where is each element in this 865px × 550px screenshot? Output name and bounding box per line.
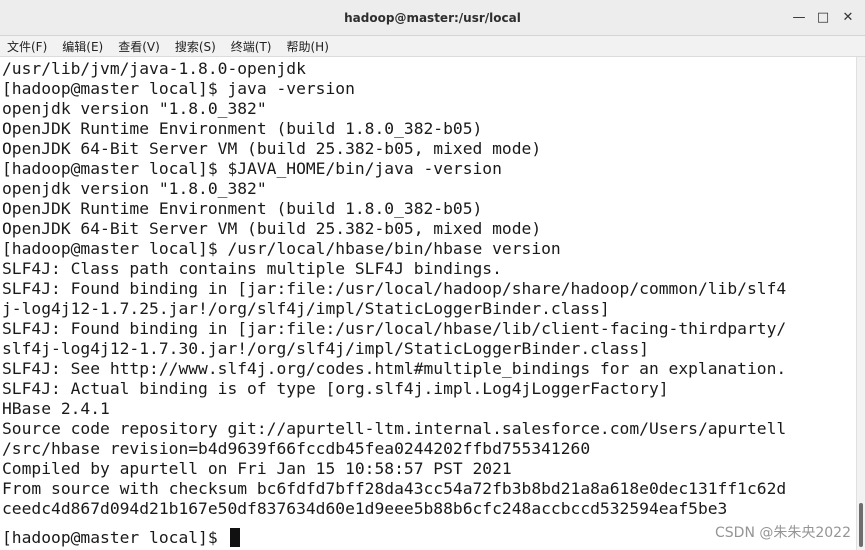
terminal-line: HBase 2.4.1 [2,399,110,418]
title-bar: hadoop@master:/usr/local — □ ✕ [0,0,865,36]
terminal-prompt-line: [hadoop@master local]$ [2,528,241,548]
terminal-line: /src/hbase revision=b4d9639f66fccdb45fea… [2,439,591,458]
terminal-line: openjdk version "1.8.0_382" [2,99,267,118]
terminal-output[interactable]: /usr/lib/jvm/java-1.8.0-openjdk [hadoop@… [0,57,856,550]
terminal-line: OpenJDK Runtime Environment (build 1.8.0… [2,119,483,138]
terminal-line: OpenJDK 64-Bit Server VM (build 25.382-b… [2,219,542,238]
text-cursor [230,528,241,547]
terminal-line: OpenJDK 64-Bit Server VM (build 25.382-b… [2,139,542,158]
watermark: CSDN @朱朱央2022 [715,525,851,541]
terminal-line: SLF4J: See http://www.slf4j.org/codes.ht… [2,359,787,378]
menu-help[interactable]: 帮助(H) [287,38,329,55]
menu-view[interactable]: 查看(V) [118,38,160,55]
terminal-line: [hadoop@master local]$ java -version [2,79,355,98]
terminal-line: SLF4J: Actual binding is of type [org.sl… [2,379,669,398]
menu-file[interactable]: 文件(F) [7,38,47,55]
terminal-line: SLF4J: Found binding in [jar:file:/usr/l… [2,319,787,338]
window-title: hadoop@master:/usr/local [344,11,521,25]
terminal-line: openjdk version "1.8.0_382" [2,179,267,198]
terminal-line: OpenJDK Runtime Environment (build 1.8.0… [2,199,483,218]
terminal-line: From source with checksum bc6fdfd7bff28d… [2,479,787,498]
terminal-line: SLF4J: Found binding in [jar:file:/usr/l… [2,279,787,298]
terminal-scrollbar[interactable] [856,57,865,550]
terminal-line: [hadoop@master local]$ /usr/local/hbase/… [2,239,561,258]
terminal-line: Source code repository git://apurtell-lt… [2,419,787,438]
terminal-line: SLF4J: Class path contains multiple SLF4… [2,259,502,278]
close-icon[interactable]: ✕ [838,8,858,28]
terminal-line: j-log4j12-1.7.25.jar!/org/slf4j/impl/Sta… [2,299,610,318]
menu-bar: 文件(F) 编辑(E) 查看(V) 搜索(S) 终端(T) 帮助(H) [0,36,865,57]
menu-terminal[interactable]: 终端(T) [231,38,272,55]
terminal-line: ceedc4d867d094d21b167e50df837634d60e1d9e… [2,499,728,518]
minimize-icon[interactable]: — [789,8,809,28]
menu-search[interactable]: 搜索(S) [175,38,216,55]
scrollbar-thumb[interactable] [859,503,863,547]
terminal-line: [hadoop@master local]$ $JAVA_HOME/bin/ja… [2,159,502,178]
terminal-line: Compiled by apurtell on Fri Jan 15 10:58… [2,459,512,478]
terminal-line: /usr/lib/jvm/java-1.8.0-openjdk [2,59,306,78]
menu-edit[interactable]: 编辑(E) [62,38,103,55]
maximize-icon[interactable]: □ [813,8,833,28]
terminal-prompt: [hadoop@master local]$ [2,528,228,547]
terminal-line: slf4j-log4j12-1.7.30.jar!/org/slf4j/impl… [2,339,649,358]
